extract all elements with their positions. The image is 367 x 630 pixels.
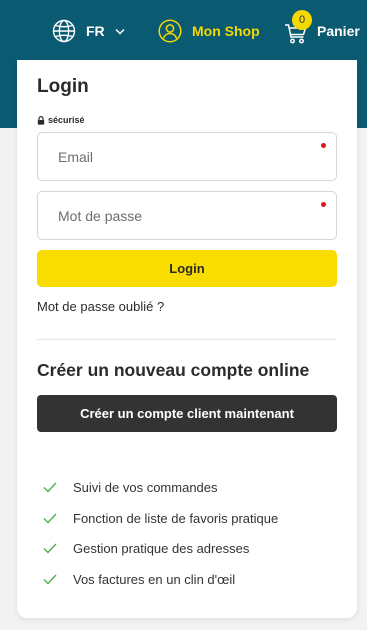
benefit-label: Suivi de vos commandes <box>73 479 218 495</box>
my-shop-link[interactable]: Mon Shop <box>158 17 260 45</box>
benefit-item: Gestion pratique des adresses <box>43 533 278 564</box>
user-icon <box>158 19 182 43</box>
benefit-label: Vos factures en un clin d'œil <box>73 571 236 587</box>
forgot-password-link[interactable]: Mot de passe oublié ? <box>37 299 164 314</box>
check-icon <box>43 543 57 554</box>
check-icon <box>43 482 57 493</box>
login-button[interactable]: Login <box>37 250 337 287</box>
check-icon <box>43 574 57 585</box>
required-indicator <box>321 143 326 148</box>
my-shop-label: Mon Shop <box>192 23 260 39</box>
email-field-wrapper <box>37 132 337 181</box>
cart-count-badge: 0 <box>292 10 312 30</box>
check-icon <box>43 513 57 524</box>
login-title: Login <box>37 76 89 97</box>
language-code: FR <box>86 23 105 39</box>
password-field-wrapper <box>37 191 337 240</box>
globe-icon <box>52 19 76 43</box>
benefit-item: Suivi de vos commandes <box>43 472 278 503</box>
language-selector[interactable]: FR <box>52 18 125 44</box>
benefit-label: Fonction de liste de favoris pratique <box>73 510 279 526</box>
create-account-title: Créer un nouveau compte online <box>37 360 310 380</box>
email-field[interactable] <box>38 133 336 180</box>
password-field[interactable] <box>38 192 336 239</box>
cart-link[interactable]: 0 Panier <box>284 10 360 46</box>
benefit-label: Gestion pratique des adresses <box>73 541 250 557</box>
benefit-item: Fonction de liste de favoris pratique <box>43 503 278 534</box>
secure-label: sécurisé <box>48 115 85 125</box>
required-indicator <box>321 202 326 207</box>
lock-icon <box>37 115 45 125</box>
benefit-item: Vos factures en un clin d'œil <box>43 564 278 595</box>
divider <box>37 339 337 340</box>
secure-indicator: sécurisé <box>37 115 85 125</box>
login-card: Login sécurisé Login Mot de passe oublié… <box>17 60 357 618</box>
cart-label: Panier <box>317 23 360 39</box>
create-account-button[interactable]: Créer un compte client maintenant <box>37 395 337 432</box>
benefits-list: Suivi de vos commandes Fonction de liste… <box>43 472 278 595</box>
chevron-down-icon <box>115 28 125 35</box>
